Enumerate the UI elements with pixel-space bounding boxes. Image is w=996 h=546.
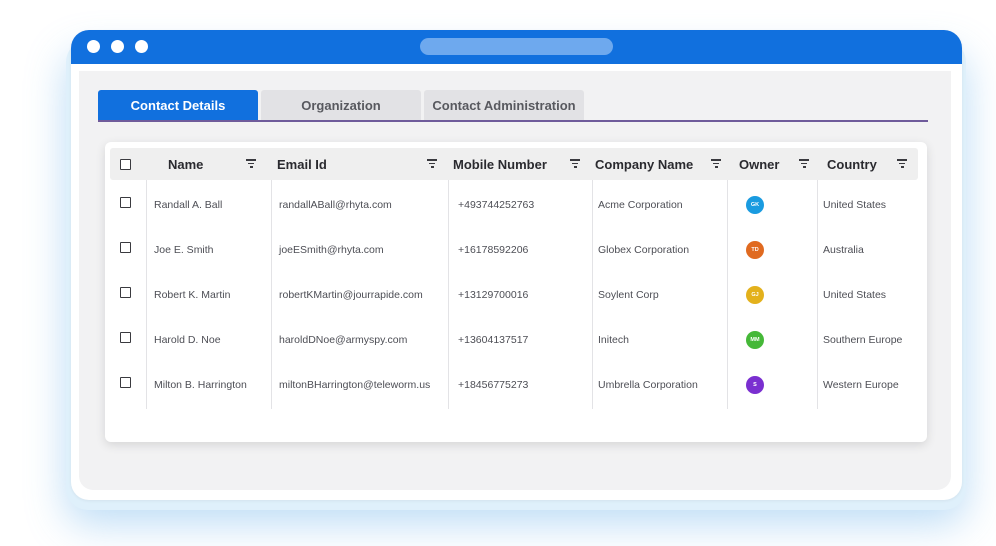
select-all-checkbox[interactable] bbox=[120, 159, 131, 170]
contact-company: Initech bbox=[598, 333, 629, 346]
table-row[interactable]: Harold D. Noe haroldDNoe@armyspy.com +13… bbox=[105, 317, 927, 362]
row-checkbox[interactable] bbox=[120, 197, 131, 208]
tab-contact-administration[interactable]: Contact Administration bbox=[424, 90, 584, 121]
contact-mobile: +493744252763 bbox=[458, 198, 535, 211]
window-dot-close[interactable] bbox=[87, 40, 100, 53]
column-header-name[interactable]: Name bbox=[168, 148, 203, 180]
contact-name: Harold D. Noe bbox=[154, 333, 221, 346]
contact-email[interactable]: randallABall@rhyta.com bbox=[279, 182, 392, 227]
row-checkbox[interactable] bbox=[120, 287, 131, 298]
contact-name: Milton B. Harrington bbox=[154, 378, 247, 391]
filter-icon[interactable] bbox=[246, 159, 256, 168]
contact-country: Southern Europe bbox=[823, 333, 903, 346]
table-header: Name Email Id Mobile Number Company Name… bbox=[110, 148, 918, 180]
contact-country: Western Europe bbox=[823, 378, 899, 391]
contact-email[interactable]: robertKMartin@jourrapide.com bbox=[279, 272, 423, 317]
filter-icon[interactable] bbox=[711, 159, 721, 168]
row-checkbox[interactable] bbox=[120, 332, 131, 343]
table-row[interactable]: Joe E. Smith joeESmith@rhyta.com +161785… bbox=[105, 227, 927, 272]
contact-name: Joe E. Smith bbox=[154, 243, 214, 256]
tab-organization[interactable]: Organization bbox=[261, 90, 421, 121]
row-checkbox[interactable] bbox=[120, 377, 131, 388]
window-dot-maximize[interactable] bbox=[135, 40, 148, 53]
contact-company: Globex Corporation bbox=[598, 243, 690, 256]
filter-icon[interactable] bbox=[897, 159, 907, 168]
contact-country: United States bbox=[823, 198, 887, 211]
column-header-country[interactable]: Country bbox=[827, 148, 877, 180]
tab-contact-details[interactable]: Contact Details bbox=[98, 90, 258, 121]
owner-avatar[interactable]: TD bbox=[746, 241, 764, 259]
contact-email[interactable]: haroldDNoe@armyspy.com bbox=[279, 317, 407, 362]
column-header-company[interactable]: Company Name bbox=[595, 148, 693, 180]
row-checkbox[interactable] bbox=[120, 242, 131, 253]
contact-country: Australia bbox=[823, 243, 864, 256]
contact-mobile: +18456775273 bbox=[458, 378, 529, 391]
title-bar bbox=[71, 30, 962, 64]
contact-company: Acme Corporation bbox=[598, 198, 683, 211]
owner-avatar[interactable]: GK bbox=[746, 196, 764, 214]
filter-icon[interactable] bbox=[799, 159, 809, 168]
filter-icon[interactable] bbox=[427, 159, 437, 168]
contact-company: Soylent Corp bbox=[598, 288, 659, 301]
contact-mobile: +13129700016 bbox=[458, 288, 529, 301]
address-bar[interactable] bbox=[420, 38, 613, 55]
table-row[interactable]: Robert K. Martin robertKMartin@jourrapid… bbox=[105, 272, 927, 317]
owner-avatar[interactable]: MM bbox=[746, 331, 764, 349]
column-header-owner[interactable]: Owner bbox=[739, 148, 779, 180]
window-dot-minimize[interactable] bbox=[111, 40, 124, 53]
contact-email[interactable]: joeESmith@rhyta.com bbox=[279, 227, 384, 272]
tab-underline bbox=[98, 120, 928, 122]
owner-avatar[interactable]: GJ bbox=[746, 286, 764, 304]
column-header-mobile[interactable]: Mobile Number bbox=[453, 148, 547, 180]
contacts-table-card: Name Email Id Mobile Number Company Name… bbox=[105, 142, 927, 442]
contact-name: Robert K. Martin bbox=[154, 288, 231, 301]
owner-avatar[interactable]: S bbox=[746, 376, 764, 394]
contact-mobile: +16178592206 bbox=[458, 243, 529, 256]
contact-name: Randall A. Ball bbox=[154, 198, 223, 211]
filter-icon[interactable] bbox=[570, 159, 580, 168]
contact-company: Umbrella Corporation bbox=[598, 378, 698, 391]
contact-country: United States bbox=[823, 288, 887, 301]
column-header-email[interactable]: Email Id bbox=[277, 148, 327, 180]
contact-mobile: +13604137517 bbox=[458, 333, 529, 346]
table-row[interactable]: Milton B. Harrington miltonBHarrington@t… bbox=[105, 362, 927, 407]
table-row[interactable]: Randall A. Ball randallABall@rhyta.com +… bbox=[105, 182, 927, 227]
contact-email[interactable]: miltonBHarrington@teleworm.us bbox=[279, 362, 430, 407]
